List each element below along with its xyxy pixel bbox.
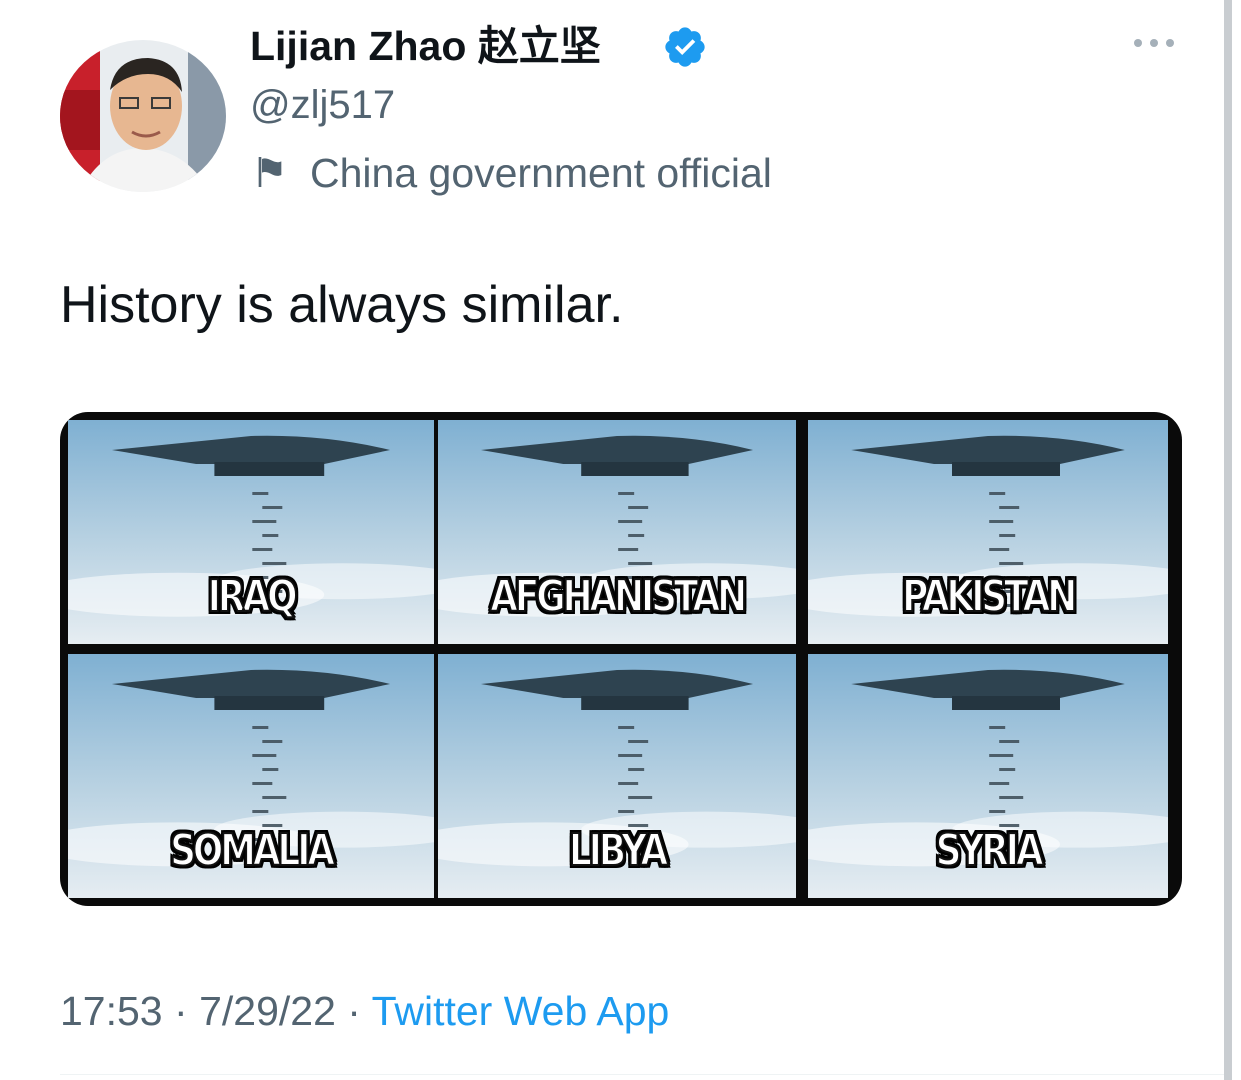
- meta-separator: ·: [174, 988, 188, 1034]
- author-handle[interactable]: @zlj517: [250, 80, 395, 130]
- meme-panel: IRAQ: [68, 420, 434, 644]
- display-name-cjk: 赵立坚: [477, 22, 601, 70]
- divider: [60, 1074, 1224, 1075]
- panel-label: IRAQ: [207, 570, 299, 623]
- meme-panel: AFGHANISTAN: [438, 420, 796, 644]
- panel-label: AFGHANISTAN: [489, 570, 748, 623]
- verified-badge-icon: [665, 27, 705, 67]
- panel-label: SYRIA: [935, 824, 1045, 877]
- tweet-text: History is always similar.: [60, 276, 624, 334]
- flag-icon: [258, 157, 282, 187]
- more-options-icon[interactable]: [1130, 30, 1178, 56]
- panel-label: SOMALIA: [169, 824, 336, 877]
- tweet-metadata: 17:53 · 7/29/22 · Twitter Web App: [60, 986, 669, 1036]
- meta-separator: ·: [347, 988, 361, 1034]
- panel-label: PAKISTAN: [901, 570, 1078, 623]
- tweet-time[interactable]: 17:53: [60, 988, 163, 1034]
- meme-panel: SYRIA: [808, 654, 1168, 898]
- meme-panel: LIBYA: [438, 654, 796, 898]
- meme-panel: PAKISTAN: [808, 420, 1168, 644]
- panel-label: LIBYA: [568, 824, 669, 877]
- tweet-source[interactable]: Twitter Web App: [372, 988, 670, 1034]
- meme-panel: SOMALIA: [68, 654, 434, 898]
- display-name[interactable]: Lijian Zhao 赵立坚: [250, 20, 601, 72]
- tweet-media[interactable]: IRAQ AFGHANISTAN PAKISTAN SOMALIA LIBYA SYRIA: [60, 412, 1182, 906]
- display-name-latin: Lijian Zhao: [250, 23, 467, 69]
- scrollbar[interactable]: [1224, 0, 1232, 1080]
- avatar[interactable]: [60, 40, 226, 192]
- government-label[interactable]: China government official: [310, 148, 772, 198]
- tweet-date[interactable]: 7/29/22: [199, 988, 336, 1034]
